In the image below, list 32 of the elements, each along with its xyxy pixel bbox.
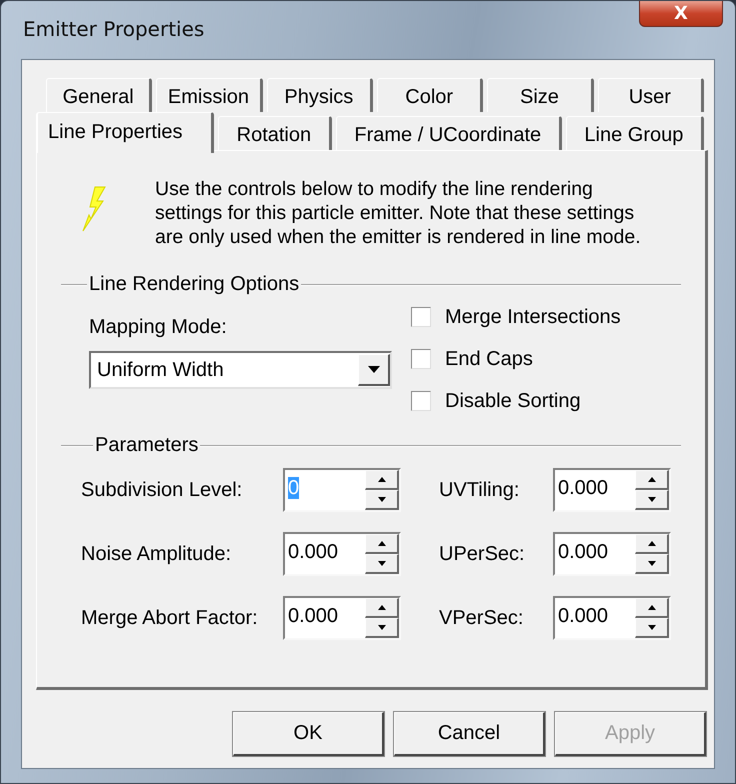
dropdown-arrow-icon — [368, 366, 380, 373]
tab[interactable]: Emission — [156, 78, 263, 112]
tab[interactable]: Physics — [266, 78, 373, 112]
tab[interactable]: Line Properties — [36, 112, 214, 153]
checkbox-label: Disable Sorting — [445, 390, 581, 412]
field-label: Mapping Mode: — [89, 316, 228, 339]
checkbox[interactable] — [411, 391, 431, 411]
field-label: UPerSec: — [439, 542, 525, 566]
checkbox[interactable] — [411, 307, 431, 327]
checkbox-label: Merge Intersections — [445, 306, 621, 328]
dialog-button[interactable]: OK — [233, 712, 384, 756]
mapping-mode-dropdown[interactable]: Uniform Width — [89, 351, 392, 389]
tab[interactable]: General — [46, 78, 152, 112]
field-label: VPerSec: — [439, 606, 524, 630]
tab[interactable]: Size — [487, 78, 594, 112]
dialog-button[interactable]: Cancel — [394, 712, 545, 756]
description-text: Use the controls below to modify the line rendering settings for this particle emitter. Note that these settings are only used when the emitter is rendered in line mode. — [155, 177, 642, 249]
tab[interactable]: Frame / UCoordinate — [336, 116, 562, 150]
field-label: Subdivision Level: — [81, 478, 242, 502]
tab[interactable]: Line Group — [566, 116, 704, 150]
field-label: Merge Abort Factor: — [81, 606, 258, 630]
checkbox-label: End Caps — [445, 348, 533, 370]
tab[interactable]: Rotation — [218, 116, 332, 150]
group-title: Parameters — [95, 434, 198, 457]
checkbox[interactable] — [411, 349, 431, 369]
tab[interactable]: Color — [376, 78, 484, 112]
group-title: Line Rendering Options — [89, 273, 300, 296]
field-label: UVTiling: — [439, 478, 520, 502]
field-label: Noise Amplitude: — [81, 542, 232, 566]
tab[interactable]: User — [598, 78, 704, 112]
window-title: Emitter Properties — [23, 17, 204, 41]
close-button[interactable]: X — [639, 1, 723, 27]
